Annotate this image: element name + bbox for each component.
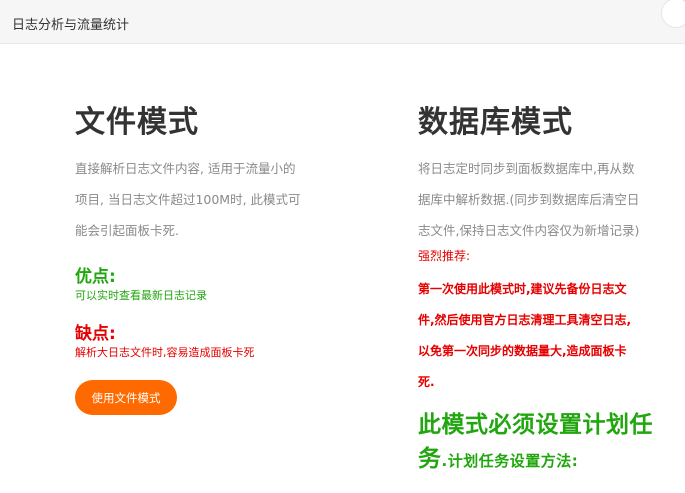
recommend-line: 件,然后使用官方日志清理工具清空日志, <box>418 313 632 327</box>
recommend-line: 第一次使用此模式时,建议先备份日志文 <box>418 282 627 296</box>
db-mode-heading: 数据库模式 <box>418 105 573 140</box>
db-mode-desc-line: 将日志定时同步到面板数据库中,再从数 <box>418 161 635 176</box>
window-titlebar: 日志分析与流量统计 <box>0 0 685 44</box>
pros-title: 优点: <box>75 267 116 287</box>
file-mode-heading: 文件模式 <box>75 105 199 140</box>
file-mode-desc-line: 项目, 当日志文件超过100M时, 此模式可 <box>75 192 301 207</box>
recommend-label: 强烈推荐: <box>418 249 471 263</box>
cron-notice: 此模式必须设置计划任 务.计划任务设置方法: <box>418 408 678 478</box>
recommend-line: 以免第一次同步的数据量大,造成面板卡 <box>418 344 627 358</box>
db-mode-desc-line: 志文件,保持日志文件内容仅为新增记录) <box>418 223 640 238</box>
file-mode-description: 直接解析日志文件内容, 适用于流量小的 项目, 当日志文件超过100M时, 此模… <box>75 153 301 246</box>
cron-notice-line: 务.计划任务设置方法: <box>418 442 678 478</box>
cons-title: 缺点: <box>75 324 116 344</box>
file-mode-desc-line: 能会引起面板卡死. <box>75 223 179 238</box>
close-button[interactable] <box>661 0 685 28</box>
db-mode-description: 将日志定时同步到面板数据库中,再从数 据库中解析数据.(同步到数据库后清空日 志… <box>418 153 639 246</box>
cons-text: 解析大日志文件时,容易造成面板卡死 <box>75 346 255 359</box>
window-title: 日志分析与流量统计 <box>12 18 130 33</box>
recommend-text: 第一次使用此模式时,建议先备份日志文 件,然后使用官方日志清理工具清空日志, 以… <box>418 274 631 398</box>
recommend-line: 死. <box>418 375 435 389</box>
use-file-mode-button[interactable]: 使用文件模式 <box>75 380 177 415</box>
file-mode-desc-line: 直接解析日志文件内容, 适用于流量小的 <box>75 161 296 176</box>
pros-text: 可以实时查看最新日志记录 <box>75 289 207 302</box>
cron-notice-big: 务 <box>418 446 442 472</box>
cron-setup-method: .计划任务设置方法: <box>441 452 579 470</box>
cron-notice-line: 此模式必须设置计划任 <box>418 412 653 438</box>
db-mode-desc-line: 据库中解析数据.(同步到数据库后清空日 <box>418 192 640 207</box>
